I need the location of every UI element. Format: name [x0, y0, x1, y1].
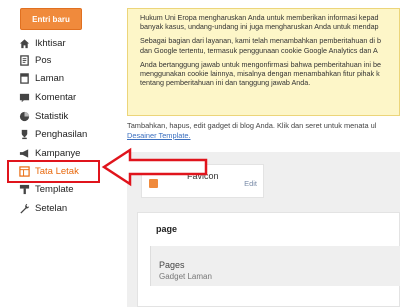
trophy-icon: [19, 129, 30, 140]
notice-text: Anda bertanggung jawab untuk mengonfirma…: [140, 59, 381, 69]
megaphone-icon: [19, 148, 30, 159]
sidebar-item-setelan[interactable]: Setelan: [0, 199, 127, 218]
notice-text: Hukum Uni Eropa mengharuskan Anda untuk …: [140, 13, 379, 22]
sidebar-item-label: Statistik: [35, 111, 69, 122]
notice-text: tentang pemberitahuan ini dan tanggung j…: [140, 78, 311, 88]
wrench-icon: [19, 203, 30, 214]
sidebar-item-label: Template: [35, 184, 74, 195]
eu-cookie-notice: Hukum Uni Eropa mengharuskan Anda untuk …: [127, 8, 400, 116]
layout-description: Tambahkan, hapus, edit gadget di blog An…: [127, 121, 400, 141]
page-icon: [19, 73, 30, 84]
notice-text: menggunakan cookie lainnya, misalnya den…: [140, 69, 380, 79]
notice-text: Sebagai bagian dari layanan, kami telah …: [140, 36, 381, 46]
sidebar-item-label: Kampanye: [35, 148, 81, 159]
sidebar-item-label: Komentar: [35, 92, 77, 103]
sidebar-item-label: Ikhtisar: [35, 38, 66, 49]
template-designer-link[interactable]: Desainer Template.: [127, 131, 191, 140]
sidebar-item-label: Pos: [35, 55, 52, 66]
sidebar-item-pos[interactable]: Pos: [0, 51, 127, 70]
document-icon: [19, 55, 30, 66]
notice-text: dan Google tertentu, termasuk penggunaan…: [140, 45, 378, 55]
stats-icon: [19, 111, 30, 122]
sidebar-item-laman[interactable]: Laman: [0, 69, 127, 88]
gadget-type: Gadget Laman: [159, 272, 212, 281]
pages-gadget[interactable]: Pages Gadget Laman: [150, 246, 400, 286]
template-icon: [19, 184, 30, 195]
home-icon: [19, 38, 30, 49]
sidebar-item-label: Penghasilan: [35, 129, 88, 140]
comment-icon: [19, 92, 30, 103]
sidebar-item-label: Laman: [35, 73, 65, 84]
sidebar-item-statistik[interactable]: Statistik: [0, 107, 127, 126]
highlight-box: [7, 160, 100, 183]
section-title: page: [156, 224, 178, 234]
sidebar-item-label: Setelan: [35, 203, 68, 214]
pointer-arrow-icon: [101, 147, 208, 187]
description-text: Tambahkan, hapus, edit gadget di blog An…: [127, 121, 377, 130]
notice-text: banyak kasus, undang-undang ini juga men…: [140, 22, 379, 32]
page-section: page Pages Gadget Laman: [137, 212, 400, 307]
favicon-edit-link[interactable]: Edit: [244, 179, 257, 188]
sidebar-item-komentar[interactable]: Komentar: [0, 88, 127, 107]
new-entry-button[interactable]: Entri baru: [20, 8, 82, 30]
gadget-name: Pages: [159, 260, 185, 270]
